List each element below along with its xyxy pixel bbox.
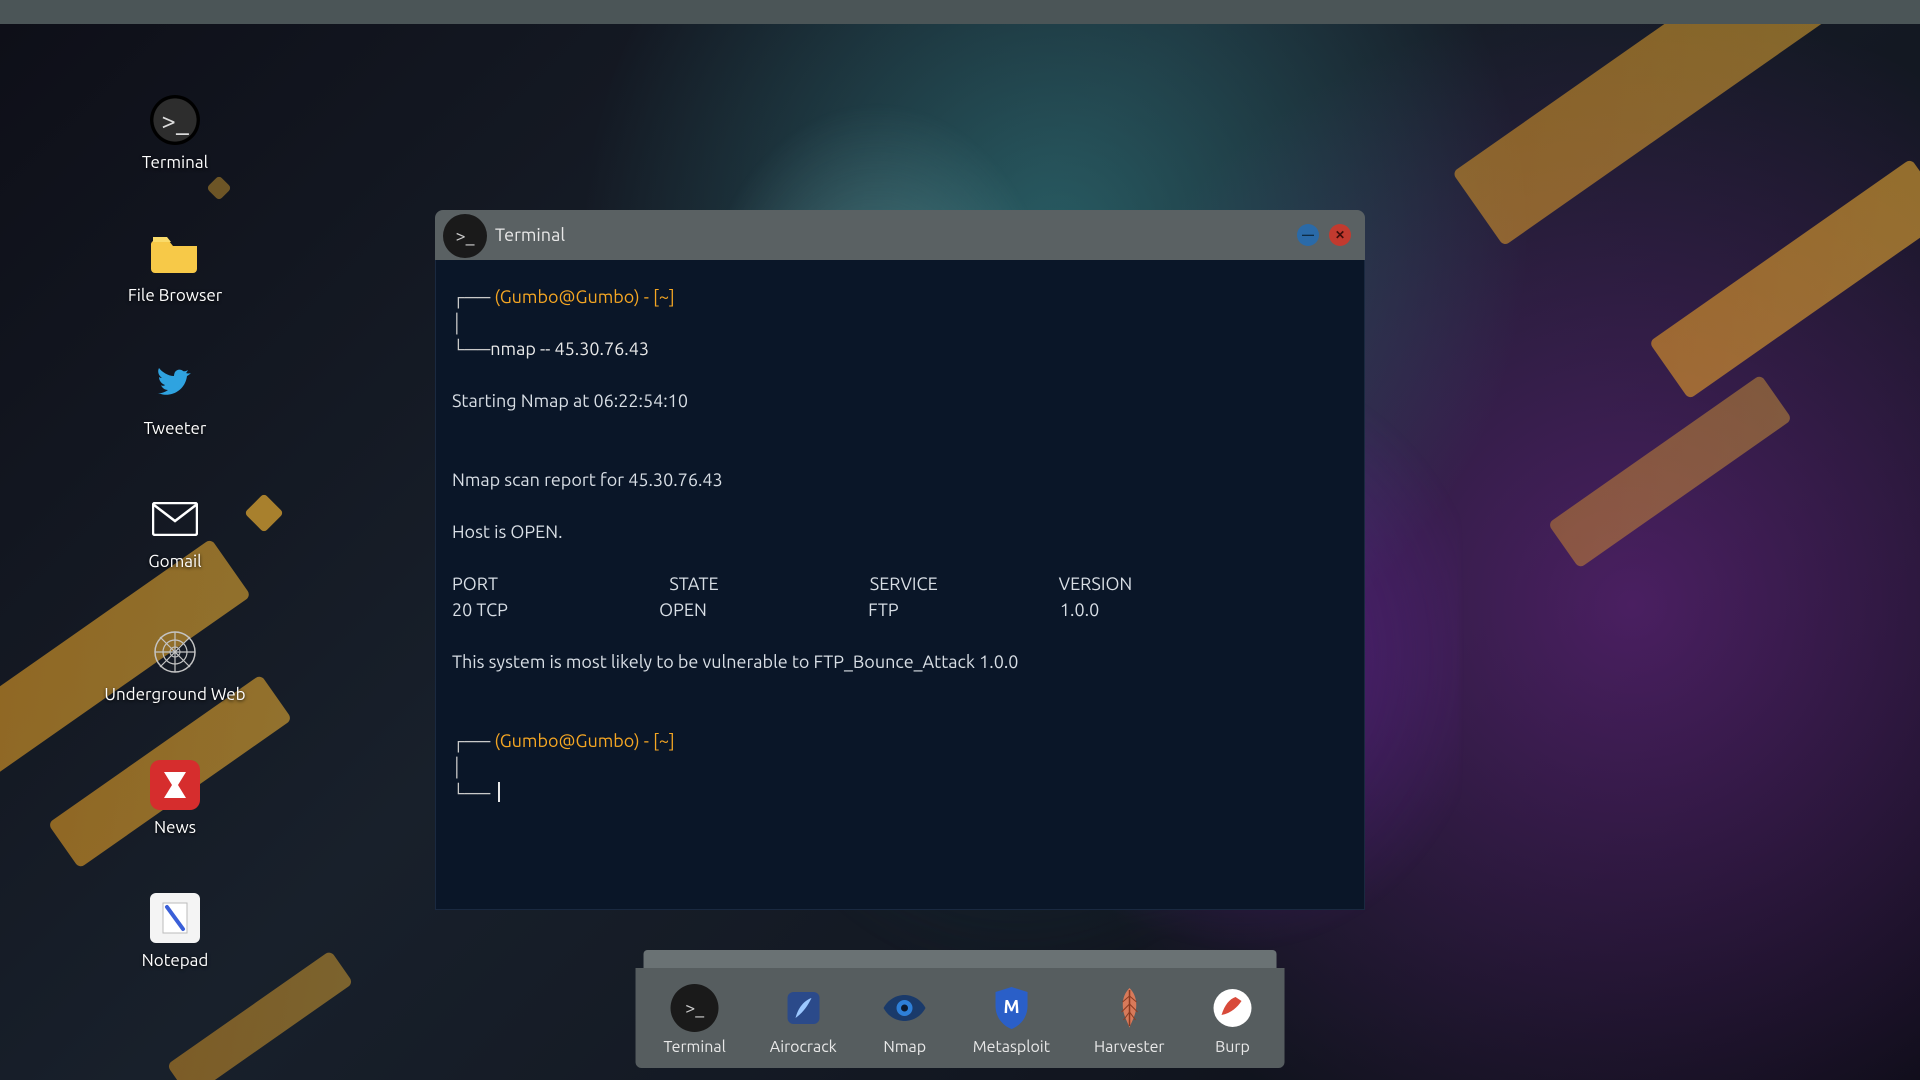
scan-header-port: PORT	[452, 574, 498, 594]
terminal-output-line: Host is OPEN.	[452, 522, 563, 542]
terminal-app-icon: >_	[443, 214, 487, 258]
burp-icon	[1208, 984, 1256, 1032]
airocrack-icon	[779, 984, 827, 1032]
desktop-icon-label: Gomail	[148, 552, 201, 571]
terminal-body[interactable]: ┌── (Gumbo@Gumbo) - [~] │ └──nmap -- 45.…	[435, 260, 1365, 910]
desktop-icon-label: Underground Web	[104, 685, 245, 704]
dock-shelf	[644, 950, 1277, 968]
dock-label: Burp	[1215, 1038, 1250, 1056]
scan-header-state: STATE	[669, 574, 718, 594]
terminal-icon: >_	[671, 984, 719, 1032]
dock-item-metasploit[interactable]: M Metasploit	[973, 984, 1050, 1056]
top-menubar[interactable]	[0, 0, 1920, 24]
terminal-cursor	[498, 782, 500, 802]
scan-row-version: 1.0.0	[1060, 600, 1099, 620]
prompt-user: (Gumbo@Gumbo) - [~]	[494, 287, 674, 307]
terminal-window[interactable]: >_ Terminal — ✕ ┌── (Gumbo@Gumbo) - [~] …	[435, 210, 1365, 910]
desktop-icon-news[interactable]: News	[100, 760, 250, 837]
prompt-user: (Gumbo@Gumbo) - [~]	[494, 731, 674, 751]
dock-label: Harvester	[1094, 1038, 1165, 1056]
dock-item-airocrack[interactable]: Airocrack	[770, 984, 837, 1056]
terminal-output-line: Nmap scan report for 45.30.76.43	[452, 470, 723, 490]
desktop-icon-terminal[interactable]: >_ Terminal	[100, 95, 250, 172]
desktop-icon-underground[interactable]: Underground Web	[100, 627, 250, 704]
desktop-icon-label: Notepad	[142, 951, 209, 970]
scan-header-version: VERSION	[1059, 574, 1133, 594]
dock: >_ Terminal Airocrack Nmap M Metasploit	[636, 950, 1285, 1068]
terminal-output-line: This system is most likely to be vulnera…	[452, 652, 1018, 672]
dock-label: Metasploit	[973, 1038, 1050, 1056]
news-icon	[150, 760, 200, 810]
web-icon	[150, 627, 200, 677]
scan-row-state: OPEN	[659, 600, 707, 620]
folder-icon	[150, 228, 200, 278]
scan-row-port: 20 TCP	[452, 600, 508, 620]
bird-icon	[150, 361, 200, 411]
notepad-icon	[150, 893, 200, 943]
feather-icon	[1105, 984, 1153, 1032]
dock-label: Nmap	[883, 1038, 926, 1056]
dock-item-burp[interactable]: Burp	[1208, 984, 1256, 1056]
terminal-titlebar[interactable]: >_ Terminal — ✕	[435, 210, 1365, 260]
svg-text:M: M	[1003, 997, 1019, 1017]
desktop-icon-label: News	[154, 818, 196, 837]
desktop-icon-tweeter[interactable]: Tweeter	[100, 361, 250, 438]
shield-icon: M	[987, 984, 1035, 1032]
desktop-icon-label: Terminal	[142, 153, 208, 172]
desktop-icon-label: File Browser	[128, 286, 222, 305]
eye-icon	[881, 984, 929, 1032]
terminal-command: nmap -- 45.30.76.43	[490, 339, 649, 359]
desktop-icon-notepad[interactable]: Notepad	[100, 893, 250, 970]
desktop-icon-filebrowser[interactable]: File Browser	[100, 228, 250, 305]
desktop-icon-gomail[interactable]: Gomail	[100, 494, 250, 571]
mail-icon	[150, 494, 200, 544]
terminal-icon: >_	[150, 95, 200, 145]
terminal-output-line: Starting Nmap at 06:22:54:10	[452, 391, 688, 411]
scan-header-service: SERVICE	[870, 574, 938, 594]
close-button[interactable]: ✕	[1329, 224, 1351, 246]
dock-item-harvester[interactable]: Harvester	[1094, 984, 1165, 1056]
desktop-icons: >_ Terminal File Browser Tweeter Gomail …	[100, 95, 250, 970]
window-title: Terminal	[495, 225, 565, 245]
desktop-icon-label: Tweeter	[144, 419, 207, 438]
scan-row-service: FTP	[868, 600, 899, 620]
dock-label: Airocrack	[770, 1038, 837, 1056]
dock-item-terminal[interactable]: >_ Terminal	[664, 984, 726, 1056]
dock-label: Terminal	[664, 1038, 726, 1056]
dock-item-nmap[interactable]: Nmap	[881, 984, 929, 1056]
minimize-button[interactable]: —	[1297, 224, 1319, 246]
